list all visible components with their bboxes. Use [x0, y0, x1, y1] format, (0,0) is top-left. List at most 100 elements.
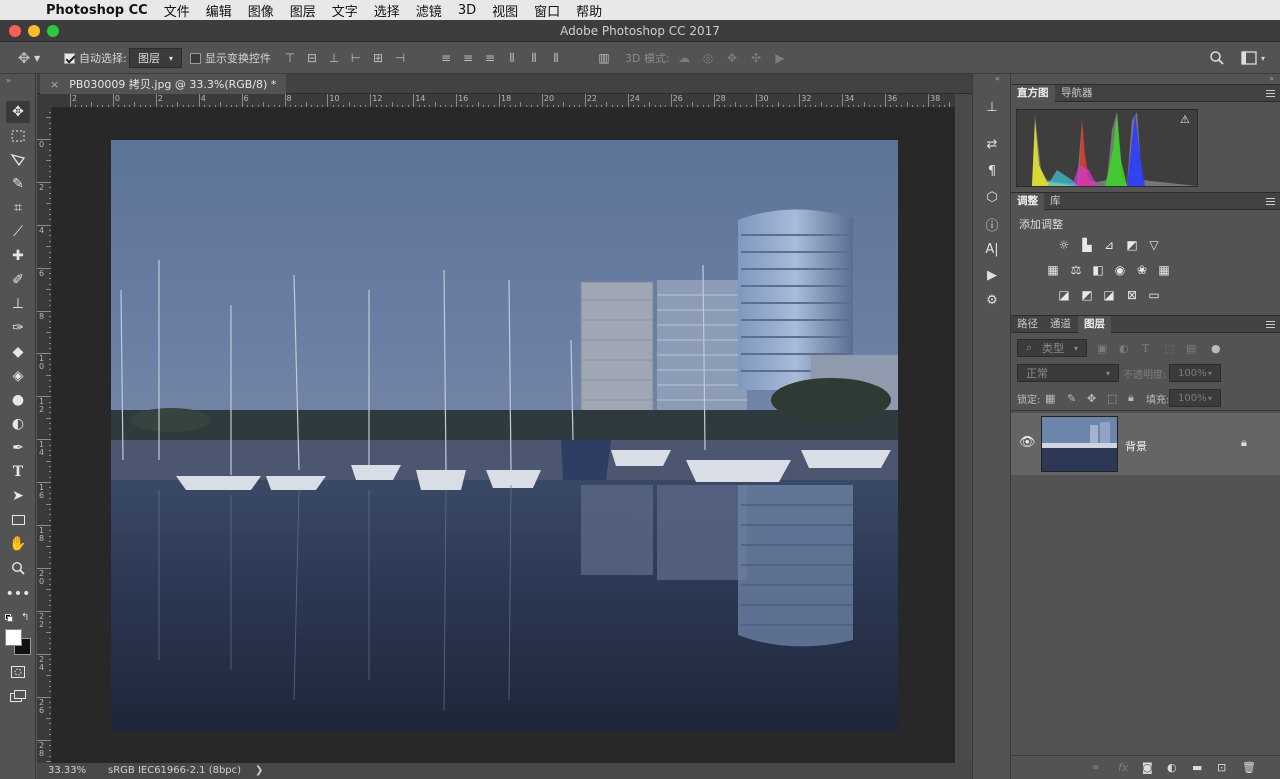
menu-app-name[interactable]: Photoshop CC — [46, 3, 148, 18]
document-tab[interactable]: × PB030009 拷贝.jpg @ 33.3%(RGB/8) * — [40, 74, 287, 94]
filter-toggle-icon[interactable]: ● — [1211, 342, 1221, 355]
panel-menu-icon[interactable] — [1266, 321, 1275, 328]
move-tool-preset[interactable]: ✥ ▼ — [16, 42, 40, 74]
zoom-tool[interactable] — [6, 557, 30, 579]
align-top-icon[interactable]: ⊤ — [282, 50, 298, 66]
paragraph-panel-button[interactable]: ¶ — [982, 161, 1002, 181]
filter-smart-object-icon[interactable]: ▤ — [1186, 342, 1196, 355]
menu-view[interactable]: 视图 — [492, 1, 518, 20]
align-vcenter-icon[interactable]: ⊟ — [304, 50, 320, 66]
screen-mode-button[interactable] — [6, 685, 30, 707]
close-tab-icon[interactable]: × — [50, 78, 59, 91]
type-tool[interactable]: T — [6, 461, 30, 483]
path-select-tool[interactable]: ➤ — [6, 485, 30, 507]
lock-transparent-icon[interactable]: ▦ — [1045, 392, 1055, 405]
align-bottom-icon[interactable]: ⊥ — [326, 50, 342, 66]
add-mask-icon[interactable]: ◙ — [1142, 761, 1153, 774]
pan-3d-icon[interactable]: ✥ — [724, 50, 740, 66]
swap-colors-icon[interactable]: ↰ — [21, 612, 29, 623]
layer-row-background[interactable]: 👁︎ 背景 🔒︎ — [1011, 413, 1280, 475]
posterize-icon[interactable]: ◩ — [1078, 287, 1096, 303]
pen-tool[interactable]: ✒ — [6, 437, 30, 459]
expand-dock-icon[interactable]: » — [1269, 74, 1274, 83]
filter-type-icon[interactable]: T — [1142, 342, 1149, 355]
channel-mixer-icon[interactable]: ❀ — [1133, 262, 1151, 278]
photo-filter-icon[interactable]: ◉ — [1111, 262, 1129, 278]
tab-histogram[interactable]: 直方图 — [1011, 85, 1055, 102]
info-panel-button[interactable]: ⓘ — [982, 214, 1002, 234]
close-window-button[interactable] — [9, 25, 21, 37]
status-menu-arrow[interactable]: ❯ — [255, 765, 263, 776]
tab-channels[interactable]: 通道 — [1044, 316, 1077, 333]
black-white-icon[interactable]: ◧ — [1089, 262, 1107, 278]
hue-saturation-icon[interactable]: ▦ — [1044, 262, 1062, 278]
lock-all-icon[interactable]: 🔒︎ — [1128, 391, 1134, 405]
new-adjustment-icon[interactable]: ◐ — [1167, 761, 1177, 774]
fx-icon[interactable]: fx — [1118, 761, 1128, 774]
distribute-left-icon[interactable]: ⫴ — [504, 50, 520, 66]
blur-tool[interactable]: ● — [6, 389, 30, 411]
foreground-color-swatch[interactable] — [5, 629, 22, 646]
distribute-hcenter-icon[interactable]: ⫴ — [526, 50, 542, 66]
lock-position-icon[interactable]: ✥ — [1087, 392, 1096, 405]
menu-help[interactable]: 帮助 — [576, 1, 602, 20]
curves-icon[interactable]: ⊿ — [1100, 237, 1118, 253]
clone-stamp-tool[interactable]: ⊥ — [6, 293, 30, 315]
new-layer-icon[interactable]: ⊡ — [1217, 761, 1226, 774]
eye-visibility-icon[interactable]: 👁︎ — [1019, 435, 1036, 450]
new-group-icon[interactable]: ▬ — [1192, 761, 1202, 774]
search-button[interactable] — [1209, 42, 1225, 74]
distribute-top-icon[interactable]: ≡ — [438, 50, 454, 66]
align-right-icon[interactable]: ⊣ — [392, 50, 408, 66]
panel-menu-icon[interactable] — [1266, 90, 1275, 97]
gradient-map-icon[interactable]: ▭ — [1145, 287, 1163, 303]
lasso-tool[interactable] — [6, 149, 30, 171]
menu-layer[interactable]: 图层 — [290, 1, 316, 20]
layer-kind-filter[interactable]: ⌕ 类型 ▾ — [1017, 339, 1087, 357]
auto-align-button[interactable]: ▥ — [596, 42, 612, 74]
menu-3d[interactable]: 3D — [458, 3, 476, 18]
brush-tool[interactable]: ✐ — [6, 269, 30, 291]
auto-select-dropdown[interactable]: 图层 ▾ — [129, 48, 182, 68]
align-left-icon[interactable]: ⊢ — [348, 50, 364, 66]
menu-type[interactable]: 文字 — [332, 1, 358, 20]
filter-adjustment-icon[interactable]: ◐ — [1119, 342, 1129, 355]
horizontal-ruler[interactable]: 2 0 2 4 6 8 10 12 14 16 18 20 22 24 26 28 30 32 34 36 38 — [52, 94, 957, 108]
zoom-level[interactable]: 33.33% — [48, 765, 86, 776]
dodge-tool[interactable]: ◐ — [6, 413, 30, 435]
filter-shape-icon[interactable]: ⬚ — [1164, 342, 1174, 355]
selective-color-icon[interactable]: ⊠ — [1123, 287, 1141, 303]
scale-3d-icon[interactable]: ▶ — [772, 50, 788, 66]
quick-select-tool[interactable]: ✎ — [6, 173, 30, 195]
menu-file[interactable]: 文件 — [164, 1, 190, 20]
show-transform-checkbox[interactable]: 显示变换控件 — [190, 42, 271, 74]
eraser-tool[interactable]: ◆ — [6, 341, 30, 363]
distribute-right-icon[interactable]: ⫴ — [548, 50, 564, 66]
eyedropper-tool[interactable]: ⟋ — [6, 221, 30, 243]
align-hcenter-icon[interactable]: ⊞ — [370, 50, 386, 66]
marquee-tool[interactable] — [6, 125, 30, 147]
ruler-origin[interactable] — [37, 94, 52, 108]
vibrance-icon[interactable]: ▽ — [1145, 237, 1163, 253]
collapse-panels-icon[interactable]: « — [995, 74, 1000, 83]
workspace-button[interactable]: ▾ — [1241, 42, 1265, 74]
properties-panel-button[interactable]: ⚙ — [982, 290, 1002, 310]
distribute-bottom-icon[interactable]: ≡ — [482, 50, 498, 66]
move-tool[interactable]: ✥ — [6, 101, 30, 123]
invert-icon[interactable]: ◪ — [1055, 287, 1073, 303]
layer-lock-icon[interactable]: 🔒︎ — [1241, 436, 1247, 450]
orbit-3d-icon[interactable]: ☁ — [676, 50, 692, 66]
blend-mode-dropdown[interactable]: 正常 ▾ — [1017, 364, 1119, 382]
canvas-area[interactable] — [52, 108, 955, 763]
minimize-window-button[interactable] — [28, 25, 40, 37]
tab-navigator[interactable]: 导航器 — [1055, 85, 1099, 102]
color-lookup-icon[interactable]: ▦ — [1155, 262, 1173, 278]
tab-layers[interactable]: 图层 — [1078, 316, 1111, 333]
healing-brush-tool[interactable]: ✚ — [6, 245, 30, 267]
history-brush-tool[interactable]: ✑ — [6, 317, 30, 339]
tab-adjustments[interactable]: 调整 — [1011, 193, 1044, 210]
roll-3d-icon[interactable]: ◎ — [700, 50, 716, 66]
fill-input[interactable]: 100% ▾ — [1169, 389, 1221, 407]
link-layers-icon[interactable]: ⚭ — [1091, 761, 1100, 774]
more-tools[interactable]: ••• — [6, 583, 31, 605]
